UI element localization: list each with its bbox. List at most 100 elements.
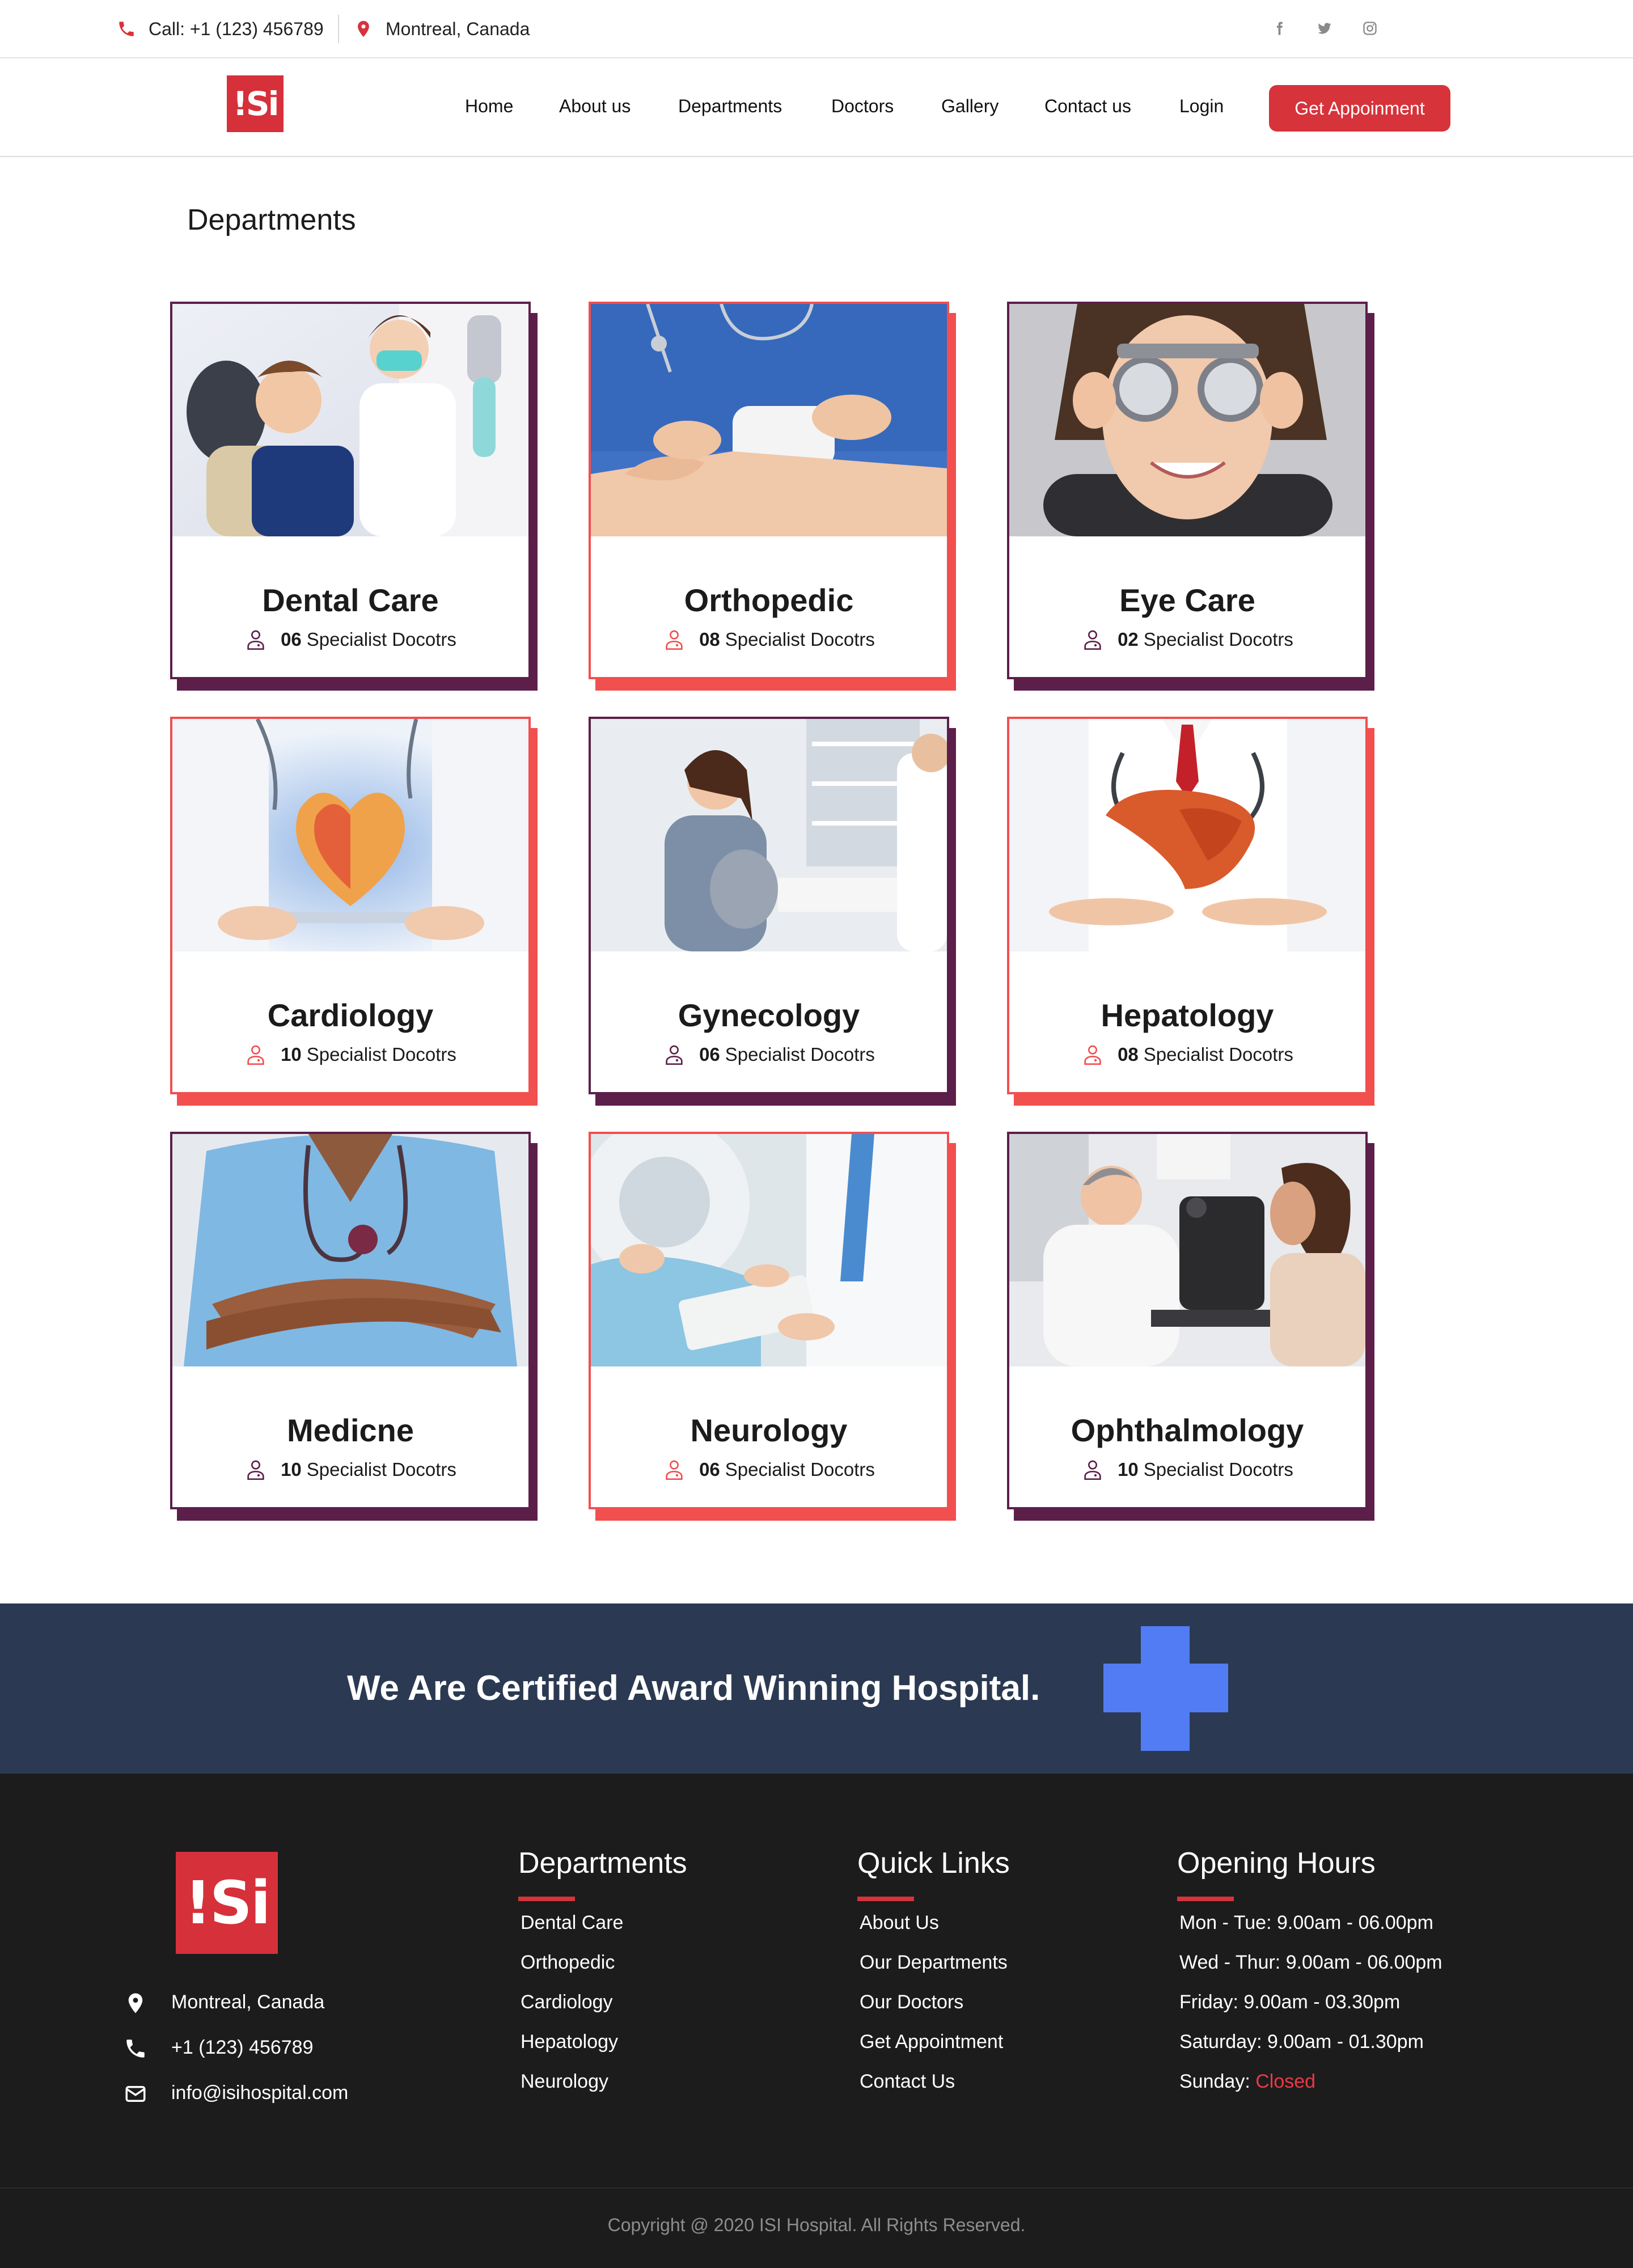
- card-meta: 06 Specialist Docotrs: [172, 628, 528, 651]
- footer-departments-underline: [518, 1897, 575, 1901]
- department-card-medicne[interactable]: Medicne 10 Specialist Docotrs: [170, 1132, 538, 1521]
- card-title: Hepatology: [1101, 997, 1274, 1033]
- footer-quick-links-underline: [857, 1897, 914, 1901]
- doctor-icon: [247, 1045, 264, 1065]
- doctor-icon: [1084, 1045, 1101, 1065]
- get-appointment-button[interactable]: Get Appoinment: [1269, 85, 1450, 132]
- dental-care-image: [172, 304, 528, 536]
- doctor-count-label: Specialist Docotrs: [1143, 1044, 1293, 1065]
- card-title: Gynecology: [678, 997, 860, 1033]
- award-text: We Are Certified Award Winning Hospital.: [347, 1669, 1040, 1708]
- nav-doctors[interactable]: Doctors: [831, 96, 894, 117]
- top-location-text: Montreal, Canada: [386, 18, 530, 39]
- doctor-count-label: Specialist Docotrs: [1143, 1459, 1293, 1480]
- footer-link-orthopedic[interactable]: Orthopedic: [521, 1952, 615, 1974]
- map-pin-icon: [358, 20, 369, 37]
- doctor-icon: [1084, 1460, 1101, 1480]
- footer-divider: [0, 2187, 1633, 2189]
- footer-link-cardiology[interactable]: Cardiology: [521, 1991, 613, 2013]
- footer-logo[interactable]: !Si: [176, 1852, 278, 1954]
- top-phone[interactable]: Call: +1 (123) 456789: [117, 17, 324, 41]
- footer-link-neurology[interactable]: Neurology: [521, 2071, 608, 2093]
- card-body: Gynecology 06 Specialist Docotrs: [589, 717, 949, 1094]
- department-card-hepatology[interactable]: Hepatology 08 Specialist Docotrs: [1007, 717, 1374, 1106]
- department-card-orthopedic[interactable]: Orthopedic 08 Specialist Docotrs: [589, 302, 956, 691]
- card-meta: 06 Specialist Docotrs: [591, 1043, 947, 1066]
- department-card-ophthalmology[interactable]: Ophthalmology 10 Specialist Docotrs: [1007, 1132, 1374, 1521]
- ophthalmology-image: [1009, 1134, 1365, 1366]
- card-body: Orthopedic 08 Specialist Docotrs: [589, 302, 949, 679]
- card-body: Ophthalmology 10 Specialist Docotrs: [1007, 1132, 1368, 1509]
- footer-phone[interactable]: +1 (123) 456789: [171, 2037, 313, 2059]
- footer-link-about-us[interactable]: About Us: [860, 1912, 939, 1934]
- doctor-icon: [666, 630, 683, 650]
- doctor-count: 08: [699, 629, 720, 650]
- card-body: Hepatology 08 Specialist Docotrs: [1007, 717, 1368, 1094]
- award-banner: We Are Certified Award Winning Hospital.: [0, 1603, 1633, 1774]
- cardiology-image: [172, 719, 528, 951]
- nav-about-us[interactable]: About us: [559, 96, 631, 117]
- eye-care-image: [1009, 304, 1365, 536]
- card-meta: 10 Specialist Docotrs: [1009, 1458, 1365, 1481]
- hours-sunday-closed: Closed: [1255, 2071, 1316, 2092]
- card-body: Dental Care 06 Specialist Docotrs: [170, 302, 531, 679]
- hours-friday: Friday: 9.00am - 03.30pm: [1179, 1991, 1401, 2013]
- card-meta: 06 Specialist Docotrs: [591, 1458, 947, 1481]
- nav-gallery[interactable]: Gallery: [941, 96, 999, 117]
- nav-departments[interactable]: Departments: [678, 96, 782, 117]
- top-divider: [338, 15, 339, 43]
- facebook-icon[interactable]: [1270, 19, 1288, 37]
- card-title: Dental Care: [262, 582, 439, 618]
- doctor-count: 10: [281, 1044, 302, 1065]
- doctor-count: 06: [699, 1044, 720, 1065]
- card-body: Eye Care 02 Specialist Docotrs: [1007, 302, 1368, 679]
- brand-logo-text: !Si: [232, 84, 279, 123]
- footer-email[interactable]: info@isihospital.com: [171, 2082, 348, 2104]
- top-phone-text: Call: +1 (123) 456789: [149, 18, 324, 39]
- phone-icon: [126, 2039, 145, 2058]
- department-card-eye-care[interactable]: Eye Care 02 Specialist Docotrs: [1007, 302, 1374, 691]
- doctor-count-label: Specialist Docotrs: [725, 629, 875, 650]
- footer-hours-underline: [1177, 1897, 1234, 1901]
- department-card-neurology[interactable]: Neurology 06 Specialist Docotrs: [589, 1132, 956, 1521]
- footer-link-contact-us[interactable]: Contact Us: [860, 2071, 955, 2093]
- brand-logo[interactable]: !Si: [227, 75, 284, 132]
- instagram-icon[interactable]: [1361, 19, 1379, 37]
- card-meta: 08 Specialist Docotrs: [1009, 1043, 1365, 1066]
- envelope-icon: [125, 2086, 146, 2102]
- card-title: Neurology: [690, 1412, 848, 1448]
- hours-wed-thur: Wed - Thur: 9.00am - 06.00pm: [1179, 1952, 1442, 1973]
- doctor-count: 08: [1118, 1044, 1139, 1065]
- doctor-icon: [1084, 630, 1101, 650]
- nav-login[interactable]: Login: [1179, 96, 1224, 117]
- doctor-count-label: Specialist Docotrs: [725, 1044, 875, 1065]
- card-meta: 10 Specialist Docotrs: [172, 1458, 528, 1481]
- footer-link-get-appointment[interactable]: Get Appointment: [860, 2031, 1003, 2053]
- doctor-count-label: Specialist Docotrs: [725, 1459, 875, 1480]
- phone-icon: [119, 22, 134, 36]
- department-card-dental-care[interactable]: Dental Care 06 Specialist Docotrs: [170, 302, 538, 691]
- footer-location: Montreal, Canada: [171, 1991, 325, 2013]
- hours-saturday: Saturday: 9.00am - 01.30pm: [1179, 2031, 1424, 2053]
- hepatology-image: [1009, 719, 1365, 951]
- footer-link-our-doctors[interactable]: Our Doctors: [860, 1991, 963, 2013]
- nav-contact-us[interactable]: Contact us: [1044, 96, 1131, 117]
- department-card-cardiology[interactable]: Cardiology 10 Specialist Docotrs: [170, 717, 538, 1106]
- footer-link-our-departments[interactable]: Our Departments: [860, 1952, 1008, 1974]
- card-title: Cardiology: [267, 997, 434, 1033]
- doctor-count-label: Specialist Docotrs: [306, 1459, 456, 1480]
- card-meta: 10 Specialist Docotrs: [172, 1043, 528, 1066]
- card-title: Ophthalmology: [1071, 1412, 1304, 1448]
- page-title: Departments: [187, 204, 356, 236]
- doctor-count: 06: [699, 1459, 720, 1480]
- footer-link-dental-care[interactable]: Dental Care: [521, 1912, 623, 1934]
- doctor-count-label: Specialist Docotrs: [306, 1044, 456, 1065]
- footer-quick-links-title: Quick Links: [857, 1847, 1010, 1880]
- card-title: Orthopedic: [684, 582, 854, 618]
- department-card-gynecology[interactable]: Gynecology 06 Specialist Docotrs: [589, 717, 956, 1106]
- doctor-count: 10: [281, 1459, 302, 1480]
- footer-link-hepatology[interactable]: Hepatology: [521, 2031, 618, 2053]
- twitter-icon[interactable]: [1315, 19, 1334, 37]
- gynecology-image: [591, 719, 947, 951]
- nav-home[interactable]: Home: [465, 96, 513, 117]
